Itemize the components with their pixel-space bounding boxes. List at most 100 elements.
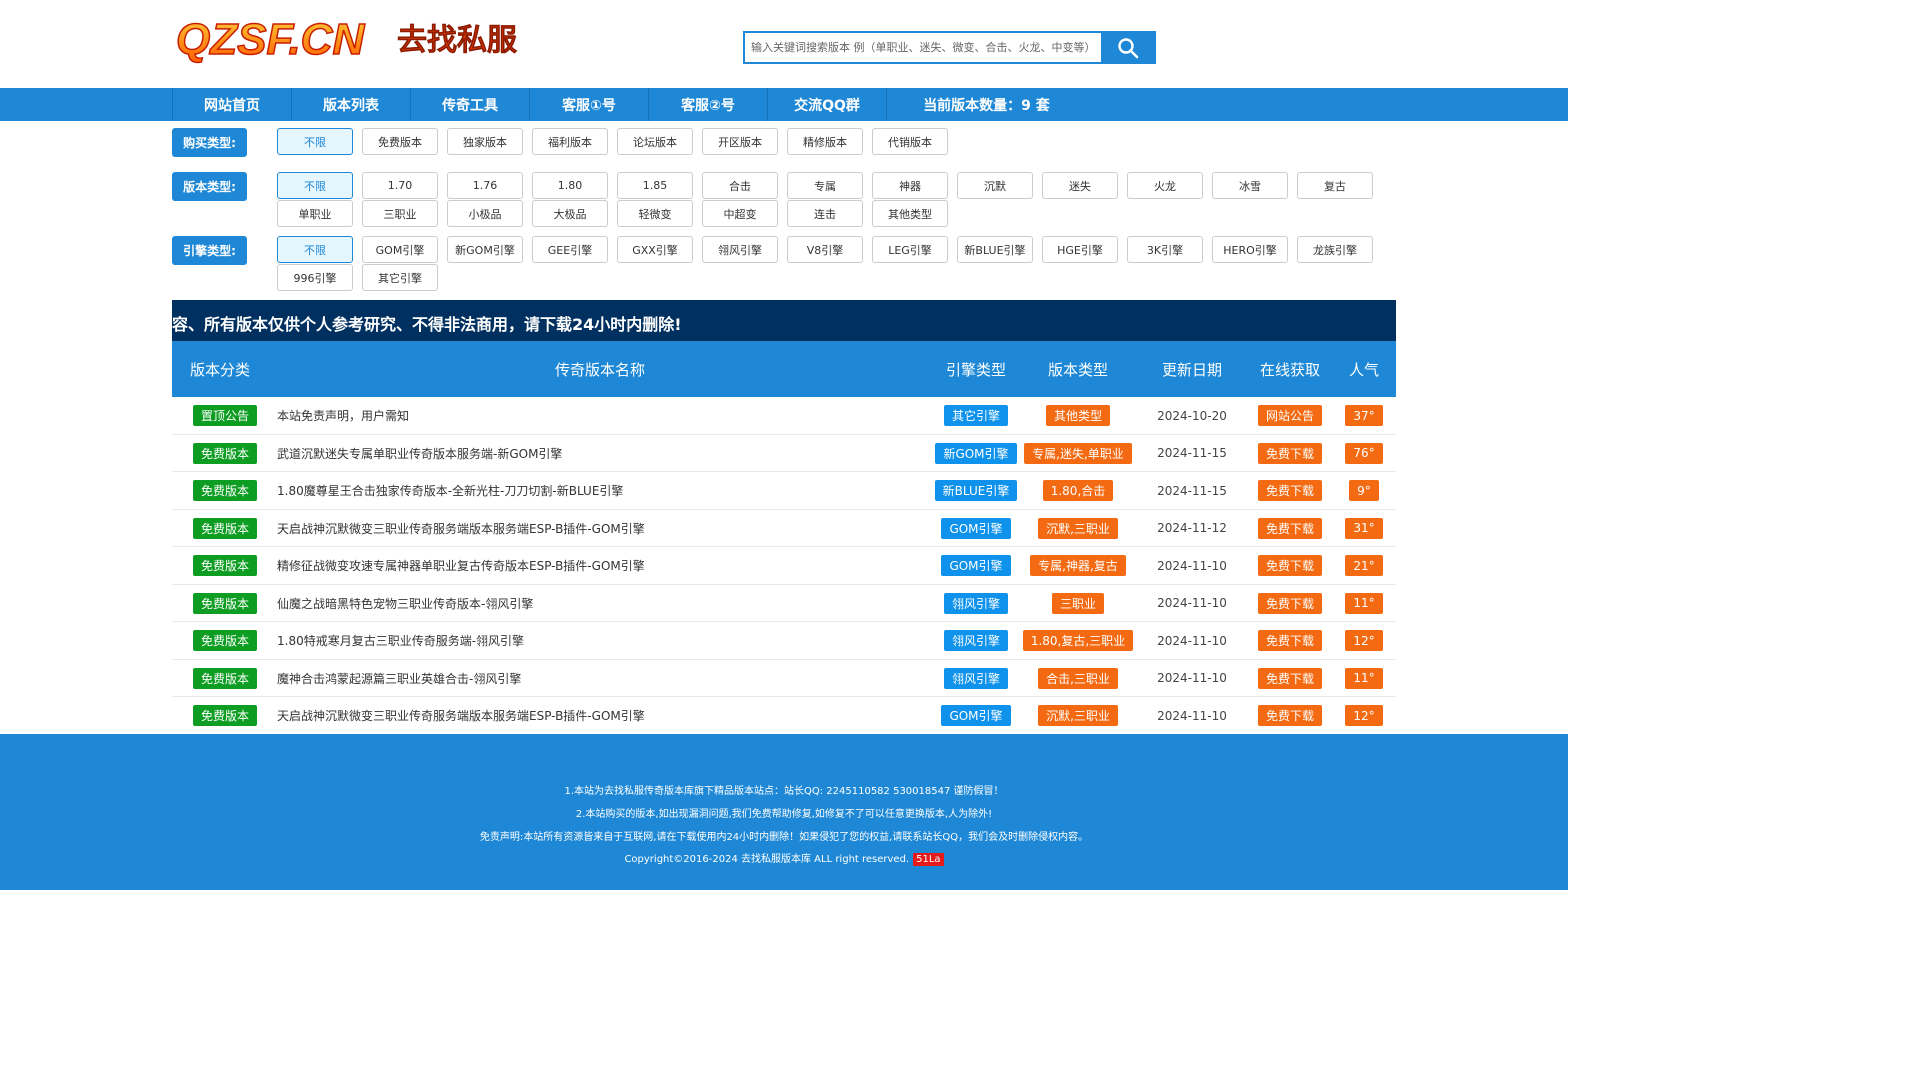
version-name-link[interactable]: 本站免责声明，用户需知: [277, 407, 409, 424]
filter-option-version[interactable]: 迷失: [1042, 172, 1118, 199]
version-type-badge[interactable]: 三职业: [1051, 592, 1104, 614]
category-badge[interactable]: 免费版本: [192, 480, 257, 501]
version-type-badge[interactable]: 沉默,三职业: [1038, 517, 1118, 539]
download-button[interactable]: 免费下载: [1257, 555, 1322, 576]
download-button[interactable]: 免费下载: [1257, 592, 1322, 614]
engine-badge[interactable]: 翎风引擎: [943, 630, 1008, 651]
version-type-badge[interactable]: 专属,神器,复古: [1030, 555, 1126, 576]
version-name-link[interactable]: 仙魔之战暗黑特色宠物三职业传奇版本-翎风引擎: [277, 595, 533, 612]
download-button[interactable]: 网站公告: [1257, 405, 1322, 426]
download-button[interactable]: 免费下载: [1257, 705, 1322, 726]
filter-option-version[interactable]: 合击: [702, 172, 778, 199]
version-type-badge[interactable]: 合击,三职业: [1038, 667, 1118, 689]
category-badge[interactable]: 免费版本: [192, 592, 257, 614]
version-type-badge[interactable]: 1.80,复古,三职业: [1022, 630, 1134, 651]
filter-option-engine[interactable]: GEE引擎: [532, 236, 608, 263]
category-badge[interactable]: 免费版本: [192, 517, 257, 539]
download-button[interactable]: 免费下载: [1257, 517, 1322, 539]
filter-option-engine[interactable]: GXX引擎: [617, 236, 693, 263]
stat-badge[interactable]: 51La: [913, 853, 944, 866]
filter-option-buy[interactable]: 精修版本: [787, 128, 863, 155]
filter-option-engine[interactable]: 龙族引擎: [1297, 236, 1373, 263]
filter-option-version[interactable]: 不限: [277, 172, 353, 199]
version-name-link[interactable]: 精修征战微变攻速专属神器单职业复古传奇版本ESP-B插件-GOM引擎: [277, 557, 645, 574]
version-name-link[interactable]: 魔神合击鸿蒙起源篇三职业英雄合击-翎风引擎: [277, 670, 521, 687]
version-name-link[interactable]: 1.80特戒寒月复古三职业传奇服务端-翎风引擎: [277, 632, 524, 649]
search-input[interactable]: [745, 33, 1101, 62]
filter-option-buy[interactable]: 不限: [277, 128, 353, 155]
engine-badge[interactable]: 翎风引擎: [943, 667, 1008, 689]
filter-option-version[interactable]: 单职业: [277, 200, 353, 227]
filter-option-engine[interactable]: V8引擎: [787, 236, 863, 263]
engine-badge[interactable]: 新BLUE引擎: [934, 480, 1018, 501]
nav-tools[interactable]: 传奇工具: [410, 88, 529, 121]
version-type-badge[interactable]: 专属,迷失,单职业: [1024, 442, 1132, 464]
filter-option-engine[interactable]: 翎风引擎: [702, 236, 778, 263]
engine-badge[interactable]: 其它引擎: [943, 405, 1008, 426]
filter-option-version[interactable]: 1.70: [362, 172, 438, 199]
col-date: 更新日期: [1161, 360, 1222, 379]
engine-badge[interactable]: GOM引擎: [941, 517, 1011, 539]
filter-option-engine[interactable]: 3K引擎: [1127, 236, 1203, 263]
filter-option-version[interactable]: 沉默: [957, 172, 1033, 199]
filter-option-version[interactable]: 连击: [787, 200, 863, 227]
version-type-badge[interactable]: 1.80,合击: [1042, 480, 1114, 501]
version-name-link[interactable]: 武道沉默迷失专属单职业传奇版本服务端-新GOM引擎: [277, 445, 562, 462]
filter-option-version[interactable]: 复古: [1297, 172, 1373, 199]
filter-option-buy[interactable]: 代销版本: [872, 128, 948, 155]
engine-badge[interactable]: 新GOM引擎: [935, 442, 1017, 464]
download-button[interactable]: 免费下载: [1257, 667, 1322, 689]
version-type-badge[interactable]: 其他类型: [1045, 405, 1110, 426]
version-name-link[interactable]: 天启战神沉默微变三职业传奇服务端版本服务端ESP-B插件-GOM引擎: [277, 520, 645, 537]
version-name-link[interactable]: 天启战神沉默微变三职业传奇服务端版本服务端ESP-B插件-GOM引擎: [277, 707, 645, 724]
category-badge[interactable]: 置顶公告: [192, 405, 257, 426]
filter-option-version[interactable]: 其他类型: [872, 200, 948, 227]
filter-option-engine[interactable]: GOM引擎: [362, 236, 438, 263]
filter-option-buy[interactable]: 免费版本: [362, 128, 438, 155]
category-badge[interactable]: 免费版本: [192, 442, 257, 464]
download-button[interactable]: 免费下载: [1257, 630, 1322, 651]
engine-badge[interactable]: GOM引擎: [941, 555, 1011, 576]
version-name-link[interactable]: 1.80魔尊星王合击独家传奇版本-全新光柱-刀刀切割-新BLUE引擎: [277, 482, 623, 499]
nav-service-1[interactable]: 客服①号: [529, 88, 648, 121]
filter-option-version[interactable]: 1.85: [617, 172, 693, 199]
filter-option-buy[interactable]: 开区版本: [702, 128, 778, 155]
filter-option-engine[interactable]: 其它引擎: [362, 264, 438, 291]
filter-option-version[interactable]: 专属: [787, 172, 863, 199]
filter-option-buy[interactable]: 福利版本: [532, 128, 608, 155]
engine-badge[interactable]: GOM引擎: [941, 705, 1011, 726]
filter-option-engine[interactable]: HERO引擎: [1212, 236, 1288, 263]
site-logo[interactable]: QZSF.CN 去找私服: [172, 10, 532, 72]
filter-option-version[interactable]: 大极品: [532, 200, 608, 227]
filter-option-engine[interactable]: 新GOM引擎: [447, 236, 523, 263]
filter-option-version[interactable]: 火龙: [1127, 172, 1203, 199]
download-button[interactable]: 免费下载: [1257, 480, 1322, 501]
nav-home[interactable]: 网站首页: [172, 88, 291, 121]
filter-option-version[interactable]: 小极品: [447, 200, 523, 227]
download-button[interactable]: 免费下载: [1257, 442, 1322, 464]
filter-option-version[interactable]: 冰雪: [1212, 172, 1288, 199]
filter-option-version[interactable]: 轻微变: [617, 200, 693, 227]
engine-badge[interactable]: 翎风引擎: [943, 592, 1008, 614]
nav-version-list[interactable]: 版本列表: [291, 88, 410, 121]
filter-option-version[interactable]: 1.76: [447, 172, 523, 199]
category-badge[interactable]: 免费版本: [192, 630, 257, 651]
filter-option-version[interactable]: 三职业: [362, 200, 438, 227]
category-badge[interactable]: 免费版本: [192, 667, 257, 689]
search-button[interactable]: [1101, 33, 1154, 62]
nav-service-2[interactable]: 客服②号: [648, 88, 767, 121]
filter-option-buy[interactable]: 论坛版本: [617, 128, 693, 155]
version-type-badge[interactable]: 沉默,三职业: [1038, 705, 1118, 726]
filter-option-version[interactable]: 中超变: [702, 200, 778, 227]
filter-option-version[interactable]: 1.80: [532, 172, 608, 199]
category-badge[interactable]: 免费版本: [192, 705, 257, 726]
nav-qq-group[interactable]: 交流QQ群: [767, 88, 886, 121]
filter-option-engine[interactable]: 新BLUE引擎: [957, 236, 1033, 263]
category-badge[interactable]: 免费版本: [192, 555, 257, 576]
filter-option-buy[interactable]: 独家版本: [447, 128, 523, 155]
filter-option-engine[interactable]: 996引擎: [277, 264, 353, 291]
filter-option-engine[interactable]: 不限: [277, 236, 353, 263]
filter-option-engine[interactable]: HGE引擎: [1042, 236, 1118, 263]
filter-option-engine[interactable]: LEG引擎: [872, 236, 948, 263]
filter-option-version[interactable]: 神器: [872, 172, 948, 199]
